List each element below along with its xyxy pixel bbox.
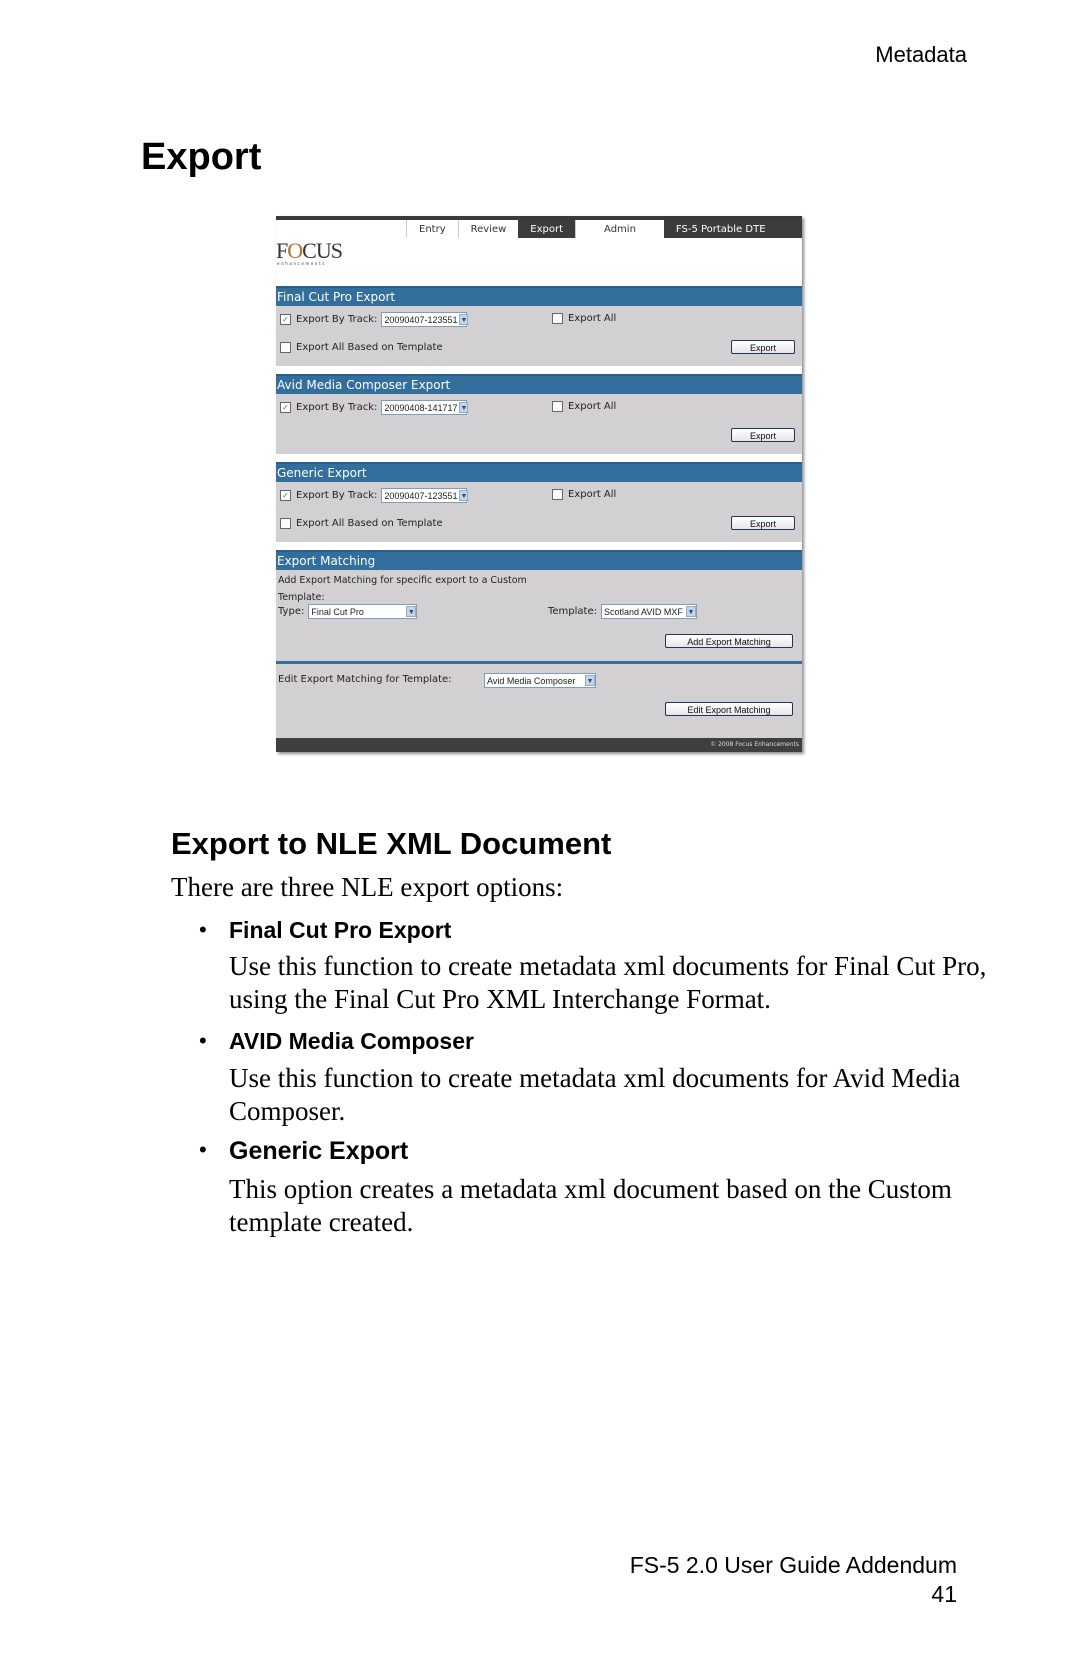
generic-track-value: 20090407-123551: [384, 490, 458, 501]
tab-review[interactable]: Review: [457, 220, 519, 238]
page-number: 41: [931, 1581, 957, 1607]
app-screenshot: FOCUS enhancements Entry Review Export A…: [276, 216, 802, 752]
tab-export[interactable]: Export: [518, 220, 576, 238]
list-item-desc: Use this function to create metadata xml…: [229, 1063, 961, 1126]
tab-admin[interactable]: Admin: [575, 220, 664, 238]
section-header-generic: Generic Export: [276, 462, 802, 482]
fcp-track-value: 20090407-123551: [384, 314, 458, 325]
fcp-template-checkbox[interactable]: [280, 342, 291, 353]
fcp-export-by-track-checkbox[interactable]: ✓: [280, 314, 291, 325]
generic-template-checkbox[interactable]: [280, 518, 291, 529]
device-label: FS-5 Portable DTE Recorder: [663, 220, 802, 255]
matching-panel: Add Export Matching for specific export …: [276, 570, 802, 746]
matching-type-label: Type:: [278, 606, 305, 617]
edit-matching-label: Edit Export Matching for Template:: [278, 674, 452, 685]
app-footer-copyright: © 2008 Focus Enhancements: [276, 738, 802, 752]
list-item-desc: This option creates a metadata xml docum…: [229, 1174, 952, 1237]
tab-entry[interactable]: Entry: [406, 220, 458, 238]
avid-track-select[interactable]: 20090408-141717 ▼: [381, 400, 469, 415]
chevron-down-icon: ▼: [459, 490, 469, 501]
list-item-title: Final Cut Pro Export: [229, 917, 452, 943]
spacer: [276, 542, 802, 550]
generic-export-button[interactable]: Export: [731, 516, 795, 530]
chevron-down-icon: ▼: [585, 675, 595, 686]
section-divider: [276, 661, 802, 664]
chevron-down-icon: ▼: [686, 606, 696, 617]
matching-type-select[interactable]: Final Cut Pro ▼: [308, 604, 418, 619]
footer-title: FS-5 2.0 User Guide Addendum: [629, 1552, 957, 1578]
avid-track-value: 20090408-141717: [384, 402, 458, 413]
logo-crosshair-icon: O: [287, 238, 303, 263]
avid-export-by-track-label: Export By Track:: [296, 402, 378, 413]
edit-matching-select[interactable]: Avid Media Composer ▼: [484, 673, 596, 688]
chevron-down-icon: ▼: [459, 402, 469, 413]
running-head: Metadata: [875, 42, 967, 67]
generic-export-by-track-label: Export By Track:: [296, 490, 378, 501]
logo-text: F: [276, 238, 288, 263]
generic-export-by-track-checkbox[interactable]: ✓: [280, 490, 291, 501]
section-header-matching: Export Matching: [276, 550, 802, 570]
matching-description-line1: Add Export Matching for specific export …: [278, 575, 527, 586]
avid-export-by-track-checkbox[interactable]: ✓: [280, 402, 291, 413]
fcp-template-label: Export All Based on Template: [296, 342, 443, 353]
avid-export-button[interactable]: Export: [731, 428, 795, 442]
nav-tabs: Entry Review Export Admin FS-5 Portable …: [406, 220, 802, 255]
matching-template-label: Template:: [548, 606, 597, 617]
generic-template-label: Export All Based on Template: [296, 518, 443, 529]
avid-panel: ✓ Export By Track: 20090408-141717 ▼ Expo…: [276, 394, 802, 454]
fcp-export-all-checkbox[interactable]: [552, 313, 563, 324]
fcp-export-all-label: Export All: [568, 313, 617, 324]
chevron-down-icon: ▼: [406, 606, 417, 617]
generic-panel: ✓ Export By Track: 20090407-123551 ▼ Expo…: [276, 482, 802, 542]
section-header-fcp: Final Cut Pro Export: [276, 286, 802, 306]
fcp-export-button[interactable]: Export: [731, 340, 795, 354]
spacer: [276, 454, 802, 462]
matching-template-select[interactable]: Scotland AVID MXF ▼: [601, 604, 697, 619]
bullet-icon: •: [199, 1137, 207, 1162]
avid-export-all-label: Export All: [568, 401, 617, 412]
list-item-title: Generic Export: [229, 1137, 409, 1165]
fcp-export-by-track-label: Export By Track:: [296, 314, 378, 325]
matching-type-value: Final Cut Pro: [311, 606, 364, 617]
matching-template-value: Scotland AVID MXF: [604, 606, 683, 617]
list-item-desc: Use this function to create metadata xml…: [229, 951, 987, 1014]
add-export-matching-button[interactable]: Add Export Matching: [665, 634, 793, 648]
spacer: [276, 366, 802, 374]
section-heading: Export to NLE XML Document: [171, 826, 612, 861]
edit-export-matching-button[interactable]: Edit Export Matching: [665, 702, 793, 716]
app-header: FOCUS enhancements Entry Review Export A…: [276, 220, 802, 286]
chevron-down-icon: ▼: [459, 314, 469, 325]
generic-export-all-label: Export All: [568, 489, 617, 500]
section-intro: There are three NLE export options:: [171, 872, 564, 902]
logo-subtitle: enhancements: [277, 261, 326, 266]
fcp-panel: ✓ Export By Track: 20090407-123551 ▼ Expo…: [276, 306, 802, 366]
edit-matching-value: Avid Media Composer: [487, 675, 576, 686]
logo-text: CUS: [302, 238, 343, 263]
section-header-avid: Avid Media Composer Export: [276, 374, 802, 394]
bullet-icon: •: [199, 917, 207, 942]
fcp-track-select[interactable]: 20090407-123551 ▼: [381, 312, 469, 327]
matching-description-line2: Template:: [278, 592, 325, 603]
avid-export-all-checkbox[interactable]: [552, 401, 563, 412]
generic-export-all-checkbox[interactable]: [552, 489, 563, 500]
page-heading: Export: [141, 136, 262, 178]
bullet-icon: •: [199, 1028, 207, 1053]
generic-track-select[interactable]: 20090407-123551 ▼: [381, 488, 469, 503]
list-item-title: AVID Media Composer: [229, 1028, 474, 1054]
